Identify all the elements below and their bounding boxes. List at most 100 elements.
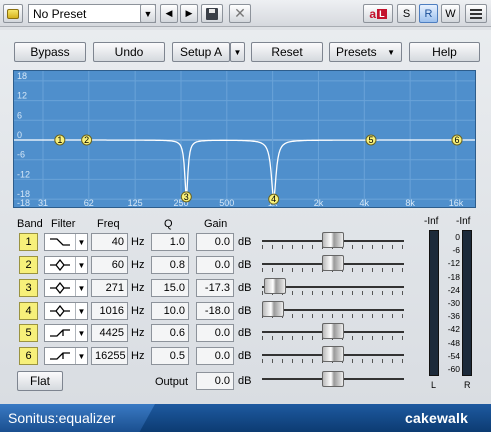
output-db-unit: dB <box>238 375 252 387</box>
peak-filter-icon <box>45 303 75 319</box>
output-gain-field[interactable]: 0.0 <box>196 372 234 390</box>
meter-scale-label: -36 <box>447 311 460 322</box>
reset-button[interactable]: Reset <box>251 42 323 62</box>
plugin-menu-button[interactable] <box>465 4 487 23</box>
gain-value: -18.0 <box>204 305 230 317</box>
band-1-toggle[interactable]: 1 <box>19 233 38 251</box>
write-button[interactable]: W <box>441 4 460 23</box>
band-node-label: 6 <box>454 135 459 145</box>
plugin-title: Sonitus:equalizer <box>8 410 116 426</box>
solo-button[interactable]: S <box>397 4 416 23</box>
band-6-gain-field[interactable]: 0.0 <box>196 347 234 365</box>
power-icon <box>7 8 19 19</box>
gain-slider-thumb[interactable] <box>322 255 344 271</box>
band-number: 6 <box>25 350 32 362</box>
band-1-freq-field[interactable]: 40 <box>91 233 128 251</box>
save-icon <box>206 7 218 20</box>
db-unit: dB <box>238 350 252 362</box>
delete-preset-button[interactable]: ✕ <box>229 4 251 23</box>
peak-filter-icon <box>45 257 75 273</box>
band-2-toggle[interactable]: 2 <box>19 256 38 274</box>
bypass-button[interactable]: Bypass <box>14 42 86 62</box>
band-1-gain-slider[interactable] <box>262 227 404 251</box>
band-5-toggle[interactable]: 5 <box>19 324 38 342</box>
meter-scale-label: 0 <box>455 232 460 242</box>
prev-preset-button[interactable]: ◀ <box>160 4 178 23</box>
setup-dropdown[interactable]: ▼ <box>230 42 245 62</box>
bypass-label: Bypass <box>30 45 70 59</box>
gain-value: 0.0 <box>214 236 230 248</box>
band-2-q-field[interactable]: 0.8 <box>151 256 189 274</box>
band-2-filter-select[interactable]: ▼ <box>44 256 88 274</box>
gain-value: 0.0 <box>214 350 230 362</box>
automation-button[interactable]: a L <box>363 4 393 23</box>
meter-scale-label: -48 <box>447 337 460 348</box>
eq-curve-canvas[interactable]: 181260-6-12-18-1831621252505001k2k4k8k16… <box>14 71 476 208</box>
band-5-freq-field[interactable]: 4425 <box>91 324 128 342</box>
band-6-gain-slider[interactable] <box>262 341 404 365</box>
chevron-down-icon: ▼ <box>75 325 87 341</box>
undo-button[interactable]: Undo <box>93 42 165 62</box>
output-slider-thumb[interactable] <box>322 371 344 387</box>
band-3-q-field[interactable]: 15.0 <box>151 279 189 297</box>
band-4-freq-field[interactable]: 1016 <box>91 302 128 320</box>
low-shelf-filter-icon <box>45 234 75 250</box>
band-6-freq-field[interactable]: 16255 <box>91 347 128 365</box>
band-2-gain-slider[interactable] <box>262 250 404 274</box>
flat-button[interactable]: Flat <box>17 371 63 391</box>
band-6-filter-select[interactable]: ▼ <box>44 347 88 365</box>
q-value: 15.0 <box>163 282 185 294</box>
freq-tick-label: 500 <box>219 198 234 208</box>
preset-dropdown-button[interactable]: ▼ <box>140 4 156 23</box>
gain-slider-thumb[interactable] <box>264 278 286 294</box>
band-5-q-field[interactable]: 0.6 <box>151 324 189 342</box>
setup-button[interactable]: Setup A <box>172 42 230 62</box>
freq-tick-label: 2k <box>314 198 324 208</box>
band-2-freq-field[interactable]: 60 <box>91 256 128 274</box>
band-4-gain-field[interactable]: -18.0 <box>196 302 234 320</box>
arrow-right-icon: ▶ <box>185 8 193 18</box>
gain-slider-thumb[interactable] <box>322 323 344 339</box>
band-1-gain-field[interactable]: 0.0 <box>196 233 234 251</box>
band-5-gain-slider[interactable] <box>262 318 404 342</box>
band-3-gain-slider[interactable] <box>262 273 404 297</box>
freq-value: 16255 <box>95 350 126 362</box>
band-number: 1 <box>25 236 32 248</box>
band-5-filter-select[interactable]: ▼ <box>44 324 88 342</box>
band-3-freq-field[interactable]: 271 <box>91 279 128 297</box>
automation-l-icon: L <box>377 8 387 19</box>
band-5-gain-field[interactable]: 0.0 <box>196 324 234 342</box>
presets-dropdown[interactable]: Presets ▼ <box>329 42 402 62</box>
band-3-filter-select[interactable]: ▼ <box>44 279 88 297</box>
band-4-q-field[interactable]: 10.0 <box>151 302 189 320</box>
band-2-gain-field[interactable]: 0.0 <box>196 256 234 274</box>
freq-tick-label: 16k <box>449 198 464 208</box>
preset-select[interactable]: No Preset <box>28 4 156 23</box>
band-3-toggle[interactable]: 3 <box>19 279 38 297</box>
plugin-footer: Sonitus:equalizer cakewalk <box>0 404 491 432</box>
band-4-toggle[interactable]: 4 <box>19 302 38 320</box>
gain-slider-thumb[interactable] <box>322 232 344 248</box>
gain-slider-thumb[interactable] <box>322 346 344 362</box>
power-button[interactable] <box>3 4 23 23</box>
read-button[interactable]: R <box>419 4 438 23</box>
filter-header: Filter <box>51 218 76 230</box>
gain-slider-thumb[interactable] <box>262 301 284 317</box>
next-preset-button[interactable]: ▶ <box>180 4 198 23</box>
band-4-gain-slider[interactable] <box>262 296 404 320</box>
band-6-toggle[interactable]: 6 <box>19 347 38 365</box>
band-1-q-field[interactable]: 1.0 <box>151 233 189 251</box>
help-button[interactable]: Help <box>409 42 480 62</box>
band-6-q-field[interactable]: 0.5 <box>151 347 189 365</box>
band-4-filter-select[interactable]: ▼ <box>44 302 88 320</box>
band-1-filter-select[interactable]: ▼ <box>44 233 88 251</box>
high-shelf-filter-icon <box>45 325 75 341</box>
eq-response-graph[interactable]: 181260-6-12-18-1831621252505001k2k4k8k16… <box>13 70 476 208</box>
band-number: 2 <box>25 259 32 271</box>
help-label: Help <box>432 45 457 59</box>
output-gain-slider[interactable] <box>262 364 404 394</box>
band-3-gain-field[interactable]: -17.3 <box>196 279 234 297</box>
solo-label: S <box>402 7 411 20</box>
save-preset-button[interactable] <box>201 4 223 23</box>
meter-scale-label: -24 <box>447 284 460 295</box>
